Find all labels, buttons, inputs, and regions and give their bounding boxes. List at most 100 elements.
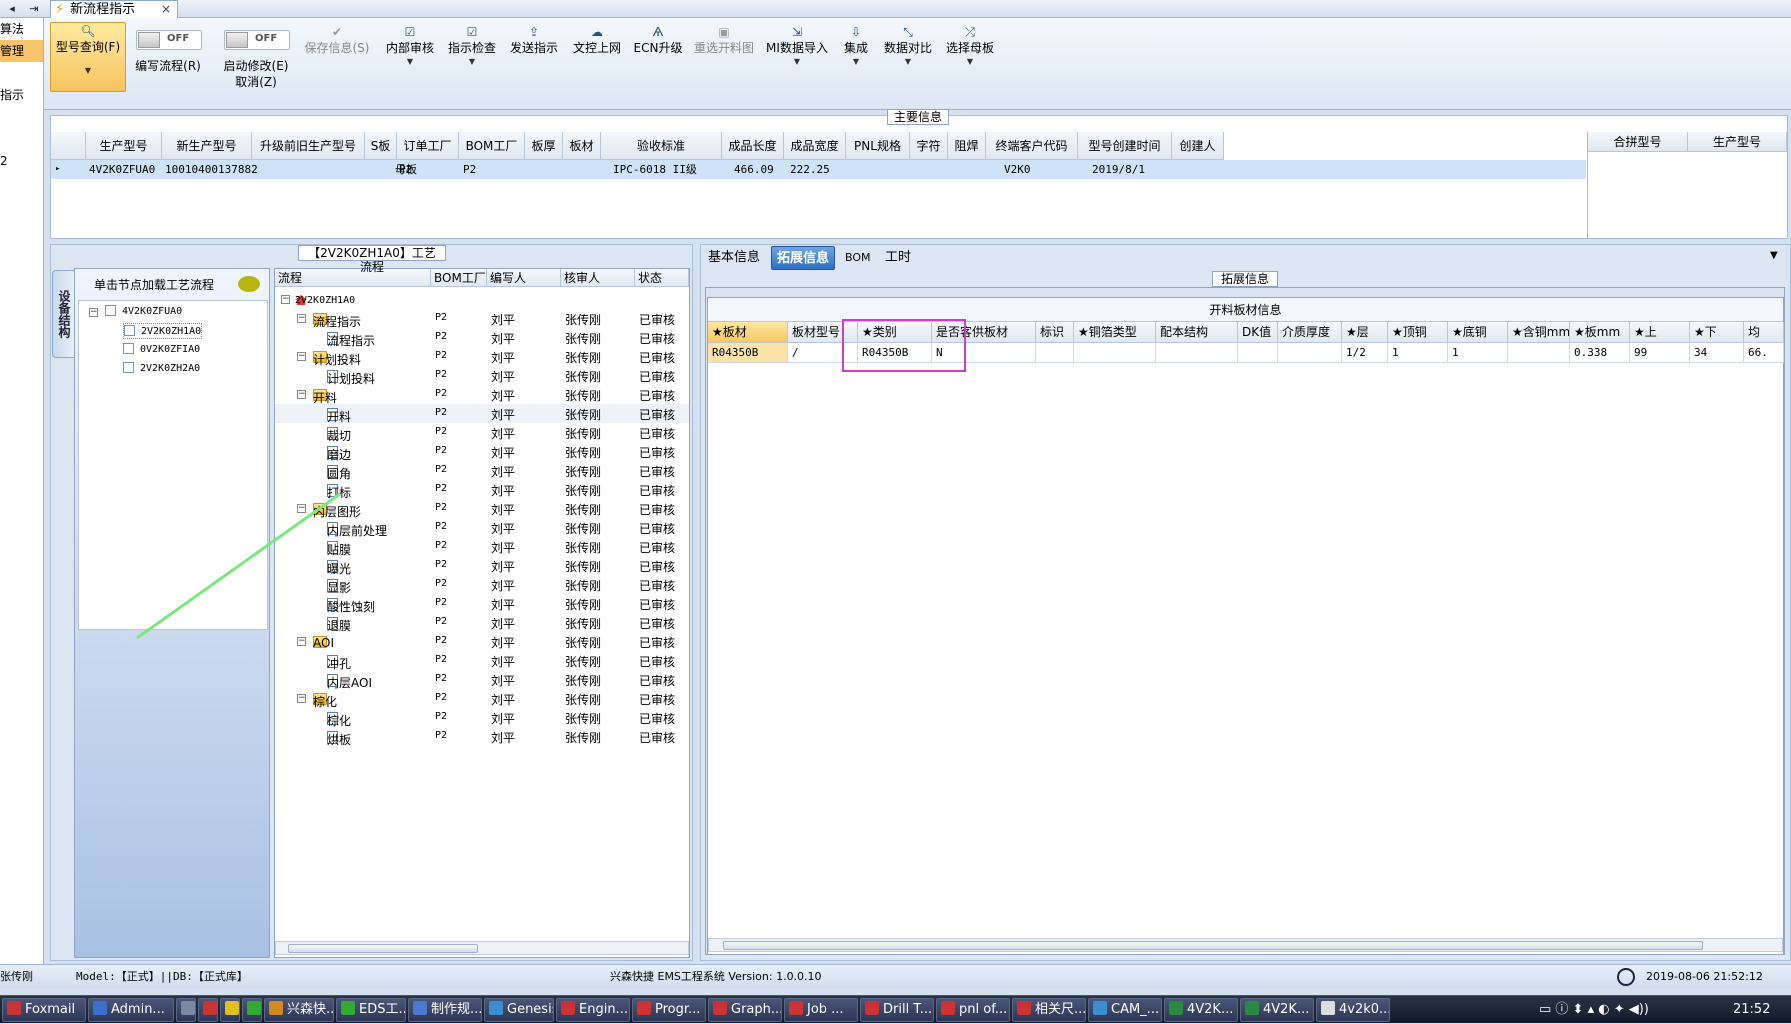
taskbar-item[interactable]: CAM_... bbox=[1088, 998, 1162, 1022]
type-query-button[interactable]: 🔍︎ 型号查询(F) ▼ bbox=[50, 22, 126, 92]
left-nav-item[interactable] bbox=[0, 106, 43, 128]
taskbar-item[interactable]: Graph... bbox=[708, 998, 782, 1022]
collapse-icon[interactable]: − bbox=[297, 352, 306, 361]
material-col[interactable]: ★类别 bbox=[858, 322, 932, 343]
edit-flow-toggle[interactable]: OFF bbox=[136, 30, 202, 50]
flow-row[interactable]: − 流程指示 P2 刘平 张传刚 已审核 bbox=[275, 309, 689, 329]
flow-row[interactable]: − 计划投料 P2 刘平 张传刚 已审核 bbox=[275, 347, 689, 367]
upload-online-button[interactable]: ☁ 文控上网 bbox=[568, 24, 626, 104]
taskbar-item[interactable]: Foxmail bbox=[2, 998, 86, 1022]
taskbar-item[interactable]: 制作规... bbox=[408, 998, 482, 1022]
taskbar-item[interactable]: Engin... bbox=[556, 998, 630, 1022]
material-cell[interactable]: 99 bbox=[1630, 343, 1690, 363]
collapse-icon[interactable]: − bbox=[297, 314, 306, 323]
col-material[interactable]: 板材 bbox=[563, 132, 601, 160]
col-length[interactable]: 成品长度 bbox=[722, 132, 784, 160]
flow-row[interactable]: 贴膜 P2 刘平 张传刚 已审核 bbox=[275, 537, 689, 557]
col-customer[interactable]: 终端客户代码 bbox=[986, 132, 1078, 160]
equipment-structure-tab[interactable]: 设备结构 bbox=[52, 270, 74, 358]
send-instruction-button[interactable]: ⇪ 发送指示 bbox=[506, 24, 562, 104]
material-col[interactable]: ★层 bbox=[1342, 322, 1388, 343]
material-col[interactable]: 均 bbox=[1744, 322, 1784, 343]
material-cell[interactable]: 34 bbox=[1690, 343, 1744, 363]
col-standard[interactable]: 验收标准 bbox=[601, 132, 722, 160]
material-cell[interactable]: R04350B bbox=[858, 343, 932, 363]
material-cell[interactable]: R04350B bbox=[708, 343, 788, 363]
material-cell[interactable]: 1/2 bbox=[1342, 343, 1388, 363]
checkbox[interactable] bbox=[124, 325, 135, 336]
flow-row[interactable]: 打标 P2 刘平 张传刚 已审核 bbox=[275, 480, 689, 500]
flow-row[interactable]: 酸性蚀刻 P2 刘平 张传刚 已审核 bbox=[275, 594, 689, 614]
material-col[interactable]: ★板材 bbox=[708, 322, 788, 343]
flow-row[interactable]: 裁切 P2 刘平 张传刚 已审核 bbox=[275, 423, 689, 443]
left-nav-item-selected[interactable]: 管理 bbox=[0, 40, 43, 62]
col-bom-factory[interactable]: BOM工厂 bbox=[459, 132, 525, 160]
integrate-button[interactable]: ⇩ 集成 ▼ bbox=[836, 24, 876, 104]
flow-row[interactable]: 冲孔 P2 刘平 张传刚 已审核 bbox=[275, 651, 689, 671]
flow-row[interactable]: 棕化 P2 刘平 张传刚 已审核 bbox=[275, 708, 689, 728]
col-creator[interactable]: 创建人 bbox=[1172, 132, 1224, 160]
scrollbar-thumb[interactable] bbox=[723, 941, 1703, 950]
pin-icon[interactable]: ⇥ bbox=[24, 1, 44, 17]
flow-row[interactable]: 显影 P2 刘平 张传刚 已审核 bbox=[275, 575, 689, 595]
tree-node-selected[interactable]: 2V2K0ZH1A0 bbox=[123, 323, 203, 339]
taskbar-item[interactable]: Admin... bbox=[88, 998, 174, 1022]
material-col[interactable]: ★底铜 bbox=[1448, 322, 1508, 343]
flow-row[interactable]: 内层前处理 P2 刘平 张传刚 已审核 bbox=[275, 518, 689, 538]
flow-row[interactable]: 磨边 P2 刘平 张传刚 已审核 bbox=[275, 442, 689, 462]
checkbox[interactable] bbox=[105, 305, 116, 316]
select-master-button[interactable]: ⤮ 选择母板 ▼ bbox=[942, 24, 998, 104]
taskbar-item[interactable]: Drill T... bbox=[860, 998, 934, 1022]
flow-row[interactable]: − AOI P2 刘平 张传刚 已审核 bbox=[275, 632, 689, 651]
reselect-material-pic-button[interactable]: ▣ 重选开料图 bbox=[690, 24, 758, 104]
material-col[interactable]: DK值 bbox=[1238, 322, 1278, 343]
tab-new-process-instruction[interactable]: ⚡ 新流程指示 × bbox=[50, 0, 178, 19]
start-modify-toggle[interactable]: OFF bbox=[224, 30, 290, 50]
col-status[interactable]: 状态 bbox=[635, 269, 689, 287]
col-solder[interactable]: 阻焊 bbox=[948, 132, 986, 160]
material-col[interactable]: 标识 bbox=[1036, 322, 1074, 343]
mi-import-button[interactable]: ⇲ MI数据导入 ▼ bbox=[764, 24, 830, 104]
material-col[interactable]: 是否客供板材 bbox=[932, 322, 1036, 343]
flow-row[interactable]: − 内层图形 P2 刘平 张传刚 已审核 bbox=[275, 499, 689, 519]
col-writer[interactable]: 编写人 bbox=[487, 269, 561, 287]
taskbar-item[interactable] bbox=[176, 998, 196, 1022]
cancel-button[interactable]: 取消(Z) bbox=[214, 74, 298, 90]
material-cell[interactable]: 0.338 bbox=[1570, 343, 1630, 363]
taskbar-item[interactable]: EDS工... bbox=[336, 998, 406, 1022]
material-cell[interactable] bbox=[1074, 343, 1156, 363]
tab-basic-info[interactable]: 基本信息 bbox=[703, 246, 765, 270]
col-flow[interactable]: 流程 bbox=[275, 269, 431, 287]
flow-row[interactable]: − 开料 P2 刘平 张传刚 已审核 bbox=[275, 385, 689, 405]
col-width[interactable]: 成品宽度 bbox=[784, 132, 846, 160]
tree-root-row[interactable]: − 2V2K0ZH1A0 bbox=[275, 290, 689, 309]
tree-node[interactable]: 4V2K0ZFUA0 bbox=[105, 304, 182, 320]
material-cell[interactable]: 66. bbox=[1744, 343, 1784, 363]
collapse-icon[interactable]: − bbox=[297, 637, 306, 646]
col-s-board[interactable]: S板 bbox=[365, 132, 397, 160]
checkbox[interactable] bbox=[123, 362, 134, 373]
save-info-button[interactable]: ✔ 保存信息(S) bbox=[300, 24, 374, 104]
material-col[interactable]: ★上 bbox=[1630, 322, 1690, 343]
taskbar-item[interactable]: Genesis bbox=[484, 998, 554, 1022]
col-new-prod-model[interactable]: 新生产型号 bbox=[162, 132, 252, 160]
material-col[interactable]: ★含铜mm bbox=[1508, 322, 1570, 343]
taskbar-item[interactable] bbox=[220, 998, 240, 1022]
scrollbar-thumb[interactable] bbox=[288, 944, 478, 953]
flow-row[interactable]: 烘板 P2 刘平 张传刚 已审核 bbox=[275, 727, 689, 747]
left-nav-item[interactable] bbox=[0, 128, 43, 150]
tab-dropdown-icon[interactable]: ▼ bbox=[1770, 250, 1778, 261]
collapse-icon[interactable]: − bbox=[89, 308, 98, 317]
material-cell[interactable]: / bbox=[788, 343, 858, 363]
internal-review-button[interactable]: ☑ 内部审核 ▼ bbox=[382, 24, 438, 104]
flow-row[interactable]: 开料 P2 刘平 张传刚 已审核 bbox=[275, 404, 689, 424]
tree-node[interactable]: 0V2K0ZFIA0 bbox=[123, 342, 200, 358]
flow-row[interactable]: 计划投料 P2 刘平 张传刚 已审核 bbox=[275, 366, 689, 386]
flow-row[interactable]: − 棕化 P2 刘平 张传刚 已审核 bbox=[275, 689, 689, 709]
col-bom-factory[interactable]: BOM工厂 bbox=[431, 269, 487, 287]
flow-row[interactable]: 圆角 P2 刘平 张传刚 已审核 bbox=[275, 461, 689, 481]
comment-bubble-icon[interactable] bbox=[238, 276, 260, 292]
col-merged-prod-model[interactable]: 生产型号 bbox=[1688, 132, 1787, 152]
collapse-icon[interactable]: − bbox=[297, 504, 306, 513]
taskbar-item[interactable]: 4V2K... bbox=[1164, 998, 1238, 1022]
